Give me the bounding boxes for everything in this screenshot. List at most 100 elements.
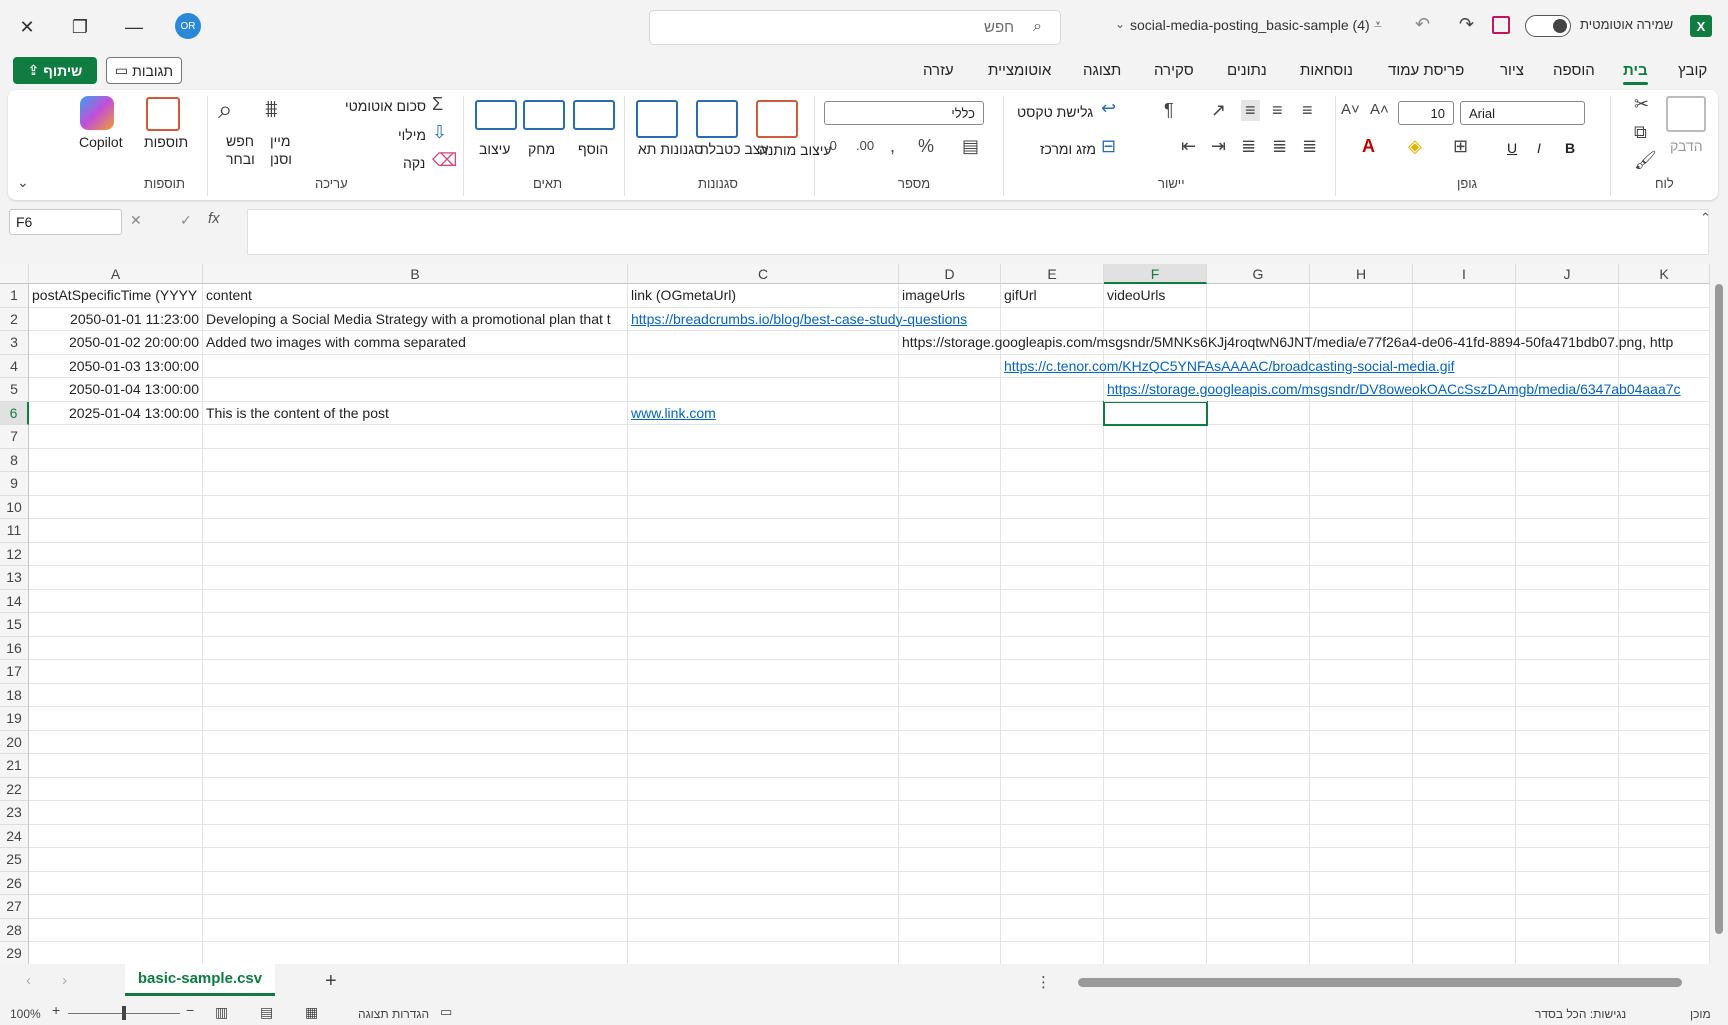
- cell-b1[interactable]: content: [203, 284, 628, 308]
- cell-j21[interactable]: [1516, 754, 1619, 778]
- column-header-g[interactable]: G: [1207, 264, 1310, 284]
- cell-i21[interactable]: [1413, 754, 1516, 778]
- cell-h22[interactable]: [1310, 777, 1413, 801]
- cell-e27[interactable]: [1001, 895, 1104, 919]
- cell-d9[interactable]: [899, 472, 1001, 496]
- cell-f15[interactable]: [1104, 613, 1207, 637]
- cell-g12[interactable]: [1207, 542, 1310, 566]
- cell-d12[interactable]: [899, 542, 1001, 566]
- formula-input[interactable]: [247, 209, 1709, 255]
- cell-c25[interactable]: [628, 848, 899, 872]
- cell-f7[interactable]: [1104, 425, 1207, 449]
- row-header-24[interactable]: 24: [0, 824, 29, 848]
- cell-f16[interactable]: [1104, 636, 1207, 660]
- cell-h23[interactable]: [1310, 801, 1413, 825]
- row-header-27[interactable]: 27: [0, 895, 29, 919]
- tab-file[interactable]: קובץ: [1678, 62, 1707, 79]
- cell-a11[interactable]: [29, 519, 203, 543]
- cell-j10[interactable]: [1516, 495, 1619, 519]
- cell-h20[interactable]: [1310, 730, 1413, 754]
- row-header-5[interactable]: 5: [0, 378, 29, 402]
- cell-a27[interactable]: [29, 895, 203, 919]
- cell-c17[interactable]: [628, 660, 899, 684]
- cell-d19[interactable]: [899, 707, 1001, 731]
- close-icon[interactable]: ✕: [10, 10, 44, 44]
- cell-i24[interactable]: [1413, 824, 1516, 848]
- align-middle-icon[interactable]: ≡: [1272, 100, 1283, 121]
- cell-j8[interactable]: [1516, 448, 1619, 472]
- column-header-i[interactable]: I: [1413, 264, 1516, 284]
- cell-h29[interactable]: [1310, 942, 1413, 964]
- cell-a21[interactable]: [29, 754, 203, 778]
- cell-c20[interactable]: [628, 730, 899, 754]
- cell-f24[interactable]: [1104, 824, 1207, 848]
- cell-d25[interactable]: [899, 848, 1001, 872]
- page-break-view-icon[interactable]: ▥: [215, 1004, 228, 1021]
- cell-d4[interactable]: [899, 354, 1001, 378]
- cell-g11[interactable]: [1207, 519, 1310, 543]
- cell-f12[interactable]: [1104, 542, 1207, 566]
- indent-decrease-icon[interactable]: ⇤: [1181, 136, 1196, 157]
- cell-d3[interactable]: https://storage.googleapis.com/msgsndr/5…: [899, 331, 1673, 355]
- cell-e28[interactable]: [1001, 918, 1104, 942]
- cell-c16[interactable]: [628, 636, 899, 660]
- cell-a5[interactable]: 2050-01-04 13:00:00: [29, 378, 203, 402]
- cell-a6[interactable]: 2025-01-04 13:00:00: [29, 401, 203, 425]
- cell-j12[interactable]: [1516, 542, 1619, 566]
- cell-d23[interactable]: [899, 801, 1001, 825]
- cell-a14[interactable]: [29, 589, 203, 613]
- cell-i10[interactable]: [1413, 495, 1516, 519]
- cell-j6[interactable]: [1516, 401, 1619, 425]
- zoom-in-icon[interactable]: +: [52, 1002, 60, 1018]
- cell-e9[interactable]: [1001, 472, 1104, 496]
- cell-a13[interactable]: [29, 566, 203, 590]
- cell-e11[interactable]: [1001, 519, 1104, 543]
- cell-e14[interactable]: [1001, 589, 1104, 613]
- cell-k27[interactable]: [1619, 895, 1710, 919]
- row-header-29[interactable]: 29: [0, 942, 29, 964]
- cell-k23[interactable]: [1619, 801, 1710, 825]
- comma-style-icon[interactable]: ,: [890, 136, 895, 157]
- undo-icon[interactable]: ↶: [1415, 14, 1430, 35]
- delete-cells-icon[interactable]: [523, 100, 565, 130]
- cell-b6[interactable]: This is the content of the post: [203, 401, 628, 425]
- cell-k9[interactable]: [1619, 472, 1710, 496]
- column-header-b[interactable]: B: [203, 264, 628, 284]
- cell-k13[interactable]: [1619, 566, 1710, 590]
- cell-j29[interactable]: [1516, 942, 1619, 964]
- cell-j18[interactable]: [1516, 683, 1619, 707]
- cell-j1[interactable]: [1516, 284, 1619, 308]
- row-header-3[interactable]: 3: [0, 331, 29, 355]
- cell-d6[interactable]: [899, 401, 1001, 425]
- cell-h24[interactable]: [1310, 824, 1413, 848]
- cell-a16[interactable]: [29, 636, 203, 660]
- cell-k10[interactable]: [1619, 495, 1710, 519]
- cell-d15[interactable]: [899, 613, 1001, 637]
- cell-k12[interactable]: [1619, 542, 1710, 566]
- cell-g13[interactable]: [1207, 566, 1310, 590]
- cell-e13[interactable]: [1001, 566, 1104, 590]
- cell-d28[interactable]: [899, 918, 1001, 942]
- cell-j13[interactable]: [1516, 566, 1619, 590]
- cell-c27[interactable]: [628, 895, 899, 919]
- cell-h19[interactable]: [1310, 707, 1413, 731]
- cell-j19[interactable]: [1516, 707, 1619, 731]
- cell-k4[interactable]: [1619, 354, 1710, 378]
- cell-e21[interactable]: [1001, 754, 1104, 778]
- row-header-10[interactable]: 10: [0, 495, 29, 519]
- document-title[interactable]: social-media-posting_basic-sample (4): [1130, 17, 1370, 33]
- bold-button[interactable]: B: [1565, 140, 1575, 156]
- sheet-tab[interactable]: basic-sample.csv: [125, 964, 275, 996]
- align-left-icon[interactable]: ≣: [1241, 136, 1256, 157]
- cell-b25[interactable]: [203, 848, 628, 872]
- cell-e20[interactable]: [1001, 730, 1104, 754]
- cell-a8[interactable]: [29, 448, 203, 472]
- share-button[interactable]: ⇪ שיתוף: [13, 57, 97, 84]
- cell-d16[interactable]: [899, 636, 1001, 660]
- underline-button[interactable]: U: [1507, 140, 1517, 156]
- cell-h1[interactable]: [1310, 284, 1413, 308]
- cell-e2[interactable]: [1001, 307, 1104, 331]
- cell-k16[interactable]: [1619, 636, 1710, 660]
- cell-h13[interactable]: [1310, 566, 1413, 590]
- cell-h28[interactable]: [1310, 918, 1413, 942]
